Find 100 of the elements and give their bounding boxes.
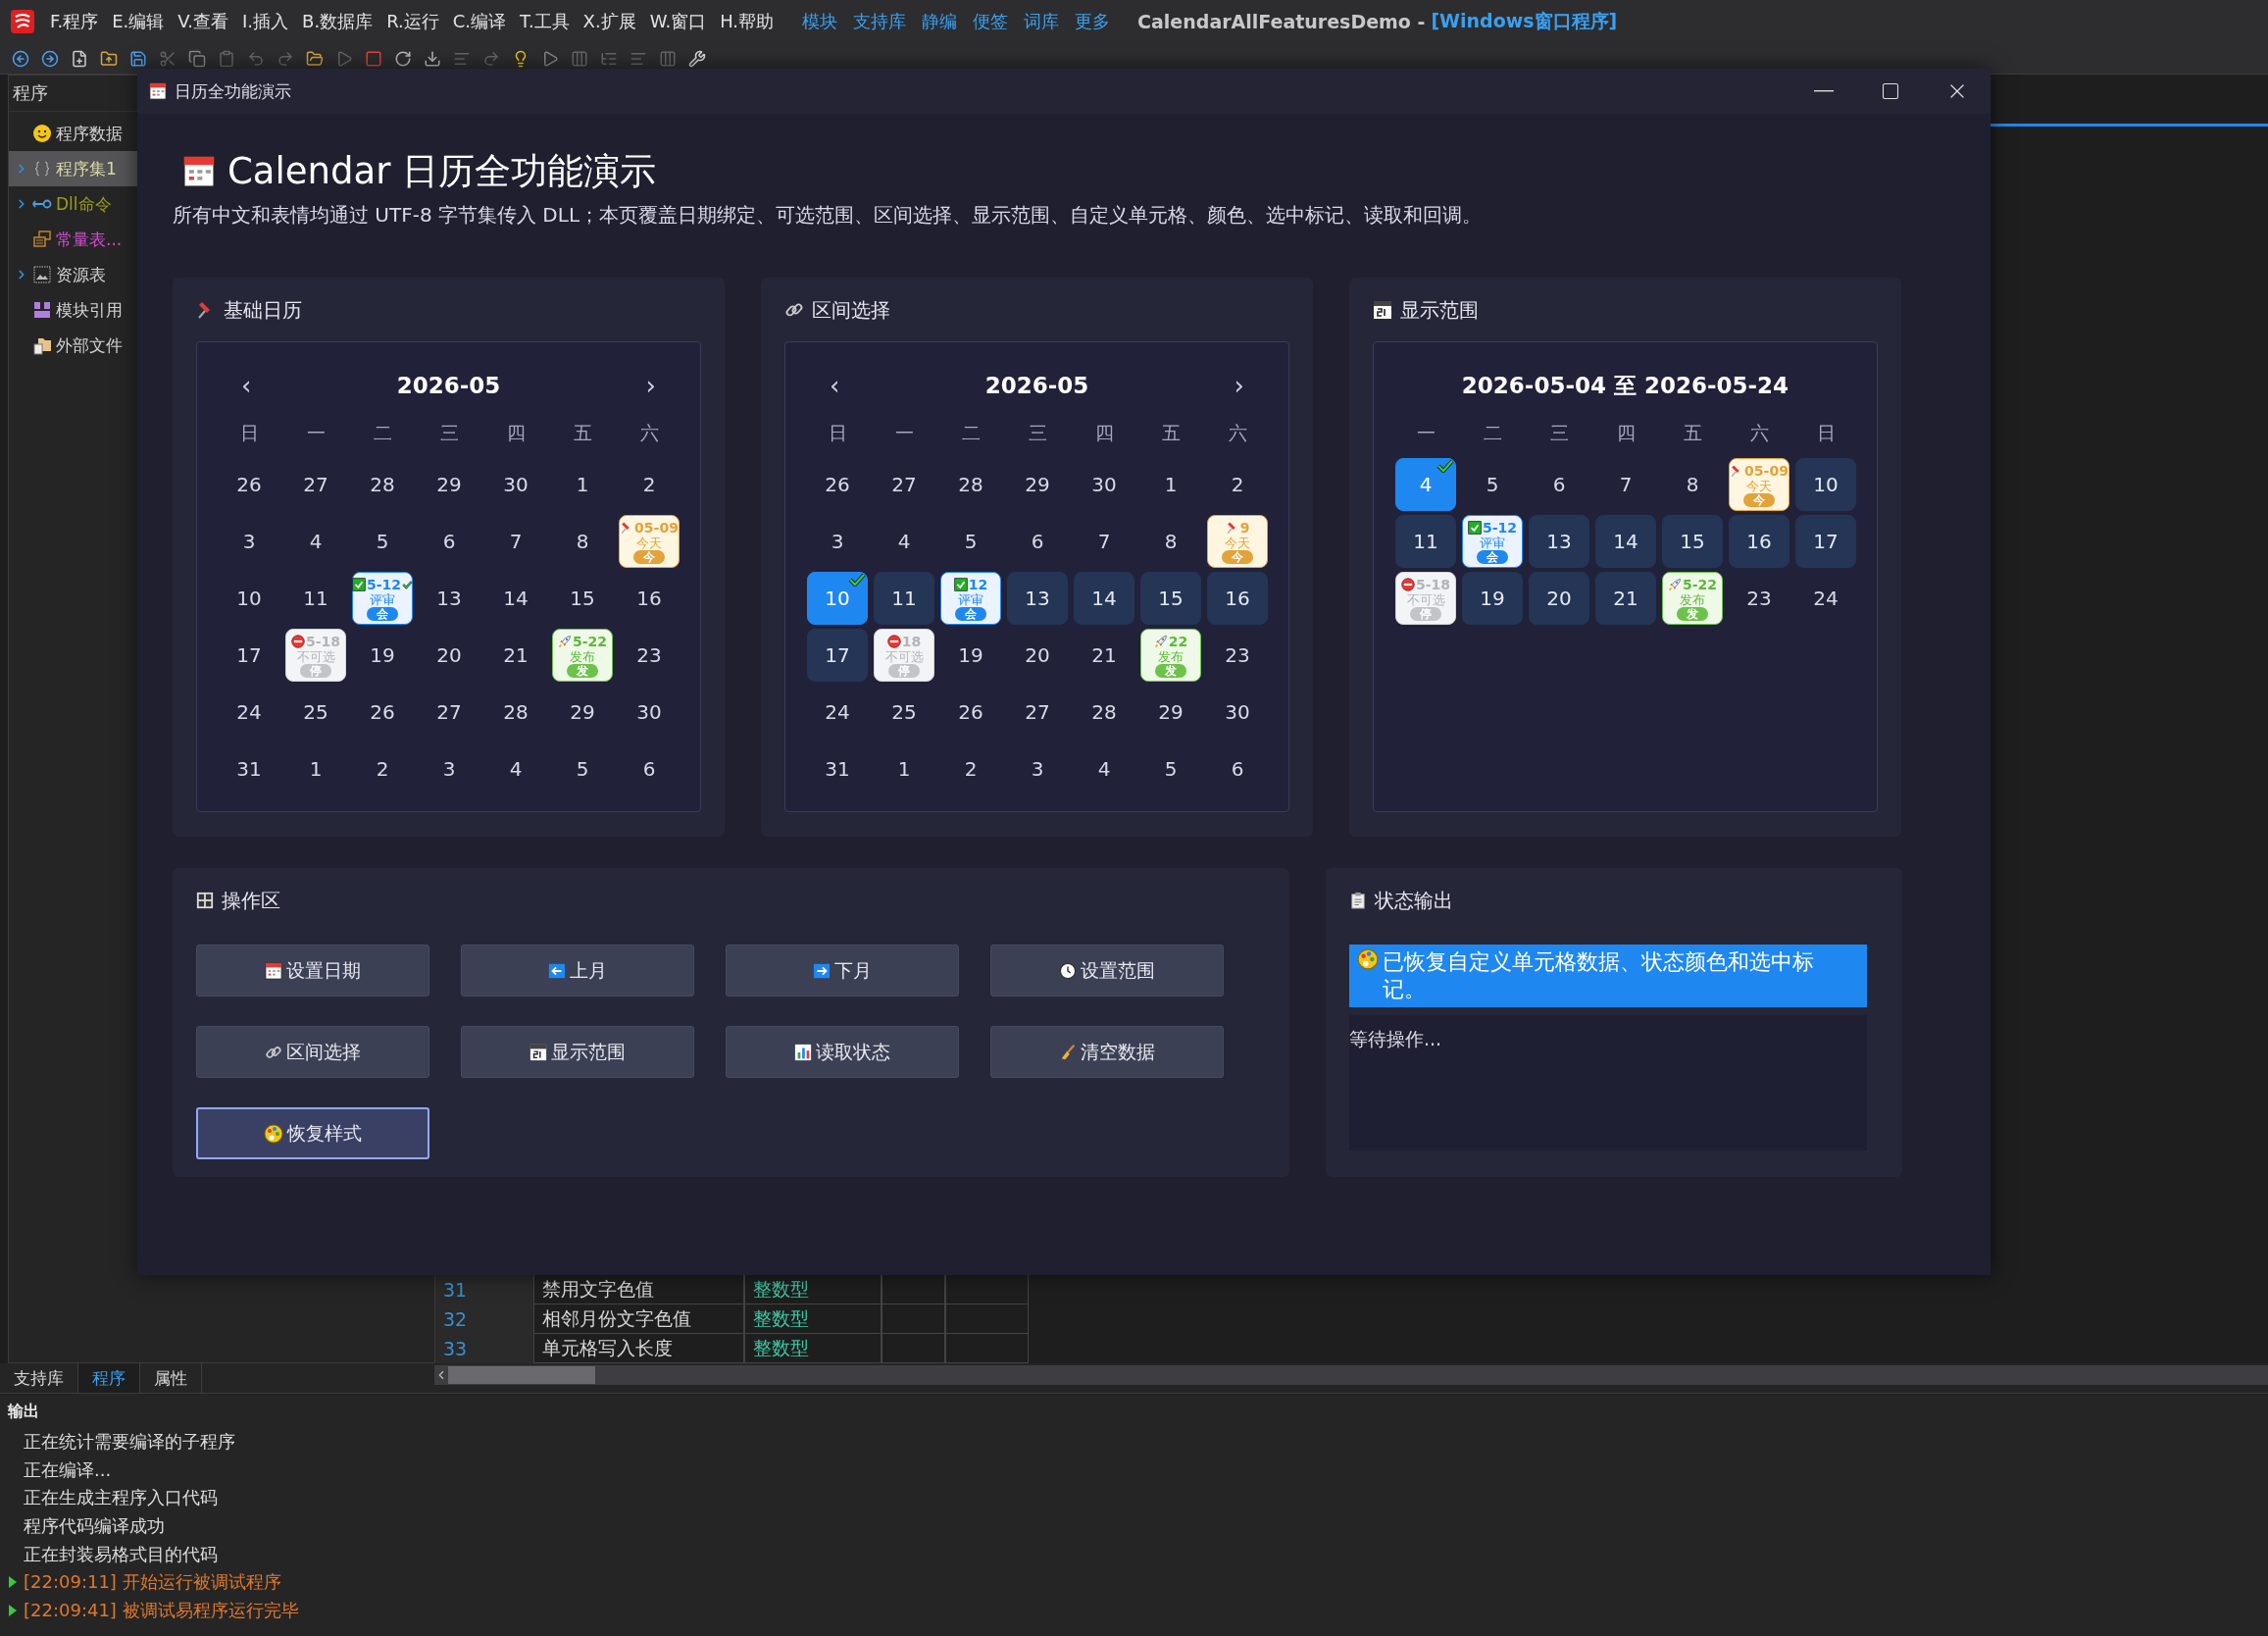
tree-item[interactable]: 资源表 [9, 257, 138, 292]
calendar-day[interactable]: 26 [219, 458, 279, 511]
redo-icon[interactable] [482, 49, 500, 68]
calendar-day[interactable]: 13 [1529, 515, 1589, 568]
play-icon[interactable] [335, 49, 353, 68]
calendar-day[interactable]: 25 [874, 686, 934, 739]
next-month-button[interactable]: › [1230, 371, 1248, 400]
calendar-day[interactable]: 26 [807, 458, 868, 511]
calendar-day[interactable]: 29 [1007, 458, 1068, 511]
tree-item[interactable]: Dll命令 [9, 186, 138, 222]
clipboard-icon[interactable] [218, 49, 235, 68]
calendar-day[interactable]: 23 [1207, 629, 1268, 682]
calendar-day[interactable]: 11 [874, 572, 934, 625]
arrow-right-icon[interactable] [41, 49, 59, 68]
calendar-day[interactable]: 1 [552, 458, 613, 511]
calendar-day[interactable]: 21 [485, 629, 546, 682]
horizontal-scrollbar[interactable] [434, 1365, 2268, 1385]
calendar-day[interactable]: 7 [1074, 515, 1134, 568]
calendar-day[interactable]: 10 [1795, 458, 1856, 511]
calendar-day[interactable]: 1 [874, 742, 934, 795]
calendar-day[interactable]: 1 [1140, 458, 1201, 511]
tree-item[interactable]: 程序数据 [9, 116, 138, 151]
calendar-day[interactable]: 30 [1207, 686, 1268, 739]
calendar-day[interactable]: 17 [219, 629, 279, 682]
tree-item[interactable]: 模块引用 [9, 292, 138, 328]
menu-item[interactable]: F.程序 [43, 10, 106, 33]
calendar-day[interactable]: 4 [1074, 742, 1134, 795]
tree-item[interactable]: 程序集1 [9, 151, 138, 186]
calendar-day[interactable]: 1 [285, 742, 346, 795]
menu-link[interactable]: 支持库 [845, 10, 915, 33]
calendar-day[interactable]: 27 [285, 458, 346, 511]
calendar-day[interactable]: 23 [1729, 572, 1789, 625]
calendar-day[interactable]: 19 [352, 629, 413, 682]
folder-icon[interactable] [306, 49, 324, 68]
calendar-day[interactable]: 29 [552, 686, 613, 739]
calendar-day[interactable]: 27 [874, 458, 934, 511]
calendar-day[interactable]: 23 [619, 629, 680, 682]
calendar-day[interactable]: 14 [485, 572, 546, 625]
calendar-day[interactable]: 8 [1662, 458, 1723, 511]
calendar-day[interactable]: 11 [285, 572, 346, 625]
calendar-day[interactable]: 5 [1140, 742, 1201, 795]
wrench-icon[interactable] [688, 49, 706, 68]
calendar-day[interactable]: 5 [940, 515, 1001, 568]
next-month-button[interactable]: › [641, 371, 660, 400]
calendar-day[interactable]: 16 [1207, 572, 1268, 625]
calendar-day[interactable]: 14 [1074, 572, 1134, 625]
menu-item[interactable]: T.工具 [513, 10, 577, 33]
scissors-icon[interactable] [159, 49, 176, 68]
calendar-day[interactable]: 27 [419, 686, 479, 739]
calendar-day[interactable]: 26 [940, 686, 1001, 739]
calendar-day[interactable]: 30 [1074, 458, 1134, 511]
calendar-day[interactable]: 2 [940, 742, 1001, 795]
calendar-day[interactable]: 3 [1007, 742, 1068, 795]
new-file-icon[interactable] [71, 49, 88, 68]
action-button[interactable]: 读取状态 [726, 1026, 959, 1078]
calendar-day[interactable]: 31 [219, 742, 279, 795]
calendar-day[interactable]: 17 [1795, 515, 1856, 568]
calendar-day[interactable]: 6 [1529, 458, 1589, 511]
calendar-day[interactable]: 15 [552, 572, 613, 625]
menu-item[interactable]: I.插入 [235, 10, 296, 33]
calendar-day[interactable]: 4 [874, 515, 934, 568]
menu-item[interactable]: V.查看 [171, 10, 235, 33]
calendar-day[interactable]: 30 [619, 686, 680, 739]
calendar-day[interactable]: 12 评审 会 [940, 572, 1001, 625]
action-button[interactable]: 清空数据 [990, 1026, 1224, 1078]
calendar-day[interactable]: 4 [1395, 458, 1456, 511]
menu-link[interactable]: 模块 [794, 10, 846, 33]
copy-icon[interactable] [188, 49, 206, 68]
calendar-day[interactable]: 26 [352, 686, 413, 739]
play-icon[interactable] [541, 49, 559, 68]
calendar-day[interactable]: 29 [419, 458, 479, 511]
menu-link[interactable]: 词库 [1016, 10, 1068, 33]
calendar-day[interactable]: 6 [1207, 742, 1268, 795]
calendar-day[interactable]: 19 [940, 629, 1001, 682]
calendar-day[interactable]: 20 [1007, 629, 1068, 682]
calendar-day[interactable]: 5 [552, 742, 613, 795]
calendar-day[interactable]: 3 [807, 515, 868, 568]
menu-item[interactable]: C.编译 [445, 10, 513, 33]
calendar-day[interactable]: 25 [285, 686, 346, 739]
action-button[interactable]: 设置日期 [196, 945, 429, 997]
calendar-day[interactable]: 27 [1007, 686, 1068, 739]
action-button[interactable]: 区间选择 [196, 1026, 429, 1078]
calendar-day[interactable]: 10 [219, 572, 279, 625]
menu-item[interactable]: W.窗口 [642, 10, 714, 33]
calendar-day[interactable]: 30 [485, 458, 546, 511]
calendar-day[interactable]: 24 [1795, 572, 1856, 625]
calendar-day[interactable]: 11 [1395, 515, 1456, 568]
menu-item[interactable]: H.帮助 [713, 10, 781, 33]
previous-month-button[interactable]: ‹ [826, 371, 844, 400]
menu-link[interactable]: 更多 [1067, 10, 1119, 33]
action-button[interactable]: 恢复样式 [196, 1107, 429, 1159]
tree-item[interactable]: 常量表... [9, 222, 138, 257]
calendar-day[interactable]: 2 [619, 458, 680, 511]
download-icon[interactable] [424, 49, 441, 68]
calendar-day[interactable]: 2 [352, 742, 413, 795]
undo-icon[interactable] [247, 49, 265, 68]
folder-icon[interactable] [100, 49, 118, 68]
action-button[interactable]: 设置范围 [990, 945, 1224, 997]
redo-icon[interactable] [277, 49, 294, 68]
calendar-day[interactable]: 10 [807, 572, 868, 625]
